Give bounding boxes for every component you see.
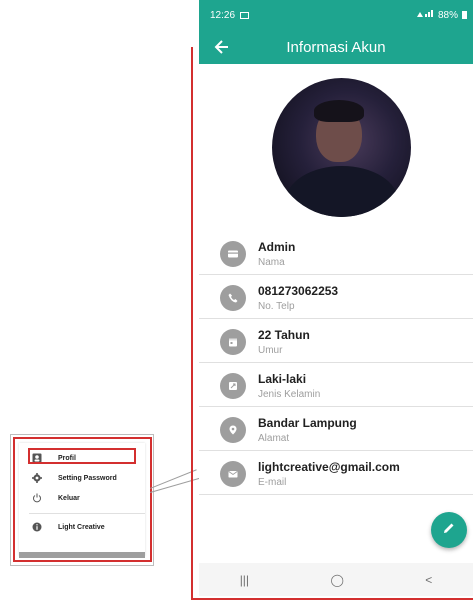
- location-icon: [220, 417, 246, 443]
- avatar: [272, 78, 411, 217]
- gender-icon: [220, 373, 246, 399]
- calendar-icon: [220, 329, 246, 355]
- list-item-nama: Admin Nama: [199, 231, 473, 275]
- info-label: E-mail: [258, 477, 287, 488]
- back-button[interactable]: <: [425, 573, 432, 587]
- phone-icon: [220, 285, 246, 311]
- list-item-email: lightcreative@gmail.com E-mail: [199, 451, 473, 495]
- recents-button[interactable]: |||: [240, 573, 249, 587]
- callout-frame-bottom: [191, 598, 473, 600]
- back-arrow-icon[interactable]: [212, 37, 232, 57]
- gear-icon: [31, 472, 43, 484]
- info-label: Jenis Kelamin: [258, 389, 321, 400]
- status-time: 12:26: [210, 9, 236, 21]
- image-notification-icon: [240, 11, 250, 19]
- avatar-body: [286, 166, 398, 217]
- menu-divider: [29, 513, 145, 514]
- info-value: lightcreative@gmail.com: [258, 460, 400, 474]
- info-icon: [31, 521, 43, 533]
- card-icon: [220, 241, 246, 267]
- list-item-alamat: Bandar Lampung Alamat: [199, 407, 473, 451]
- status-bar: 12:26 88%: [199, 0, 473, 30]
- mail-icon: [220, 461, 246, 487]
- info-label: No. Telp: [258, 301, 295, 312]
- callout-frame-left: [191, 47, 193, 600]
- home-button[interactable]: ◯: [330, 573, 343, 587]
- profil-highlight-box: [28, 448, 136, 464]
- menu-item-keluar[interactable]: Keluar: [19, 488, 145, 508]
- page-title: Informasi Akun: [286, 38, 386, 56]
- system-nav-bar: ||| ◯ <: [199, 563, 473, 596]
- edit-fab-button[interactable]: [431, 512, 467, 548]
- menu-item-label: Keluar: [58, 494, 80, 502]
- signal-icon: [416, 9, 434, 21]
- menu-item-label: Light Creative: [58, 523, 105, 531]
- avatar-hair: [314, 100, 364, 122]
- info-value: 081273062253: [258, 284, 339, 298]
- info-label: Umur: [258, 345, 283, 356]
- menu-item-label: Setting Password: [58, 474, 117, 482]
- list-item-umur: 22 Tahun Umur: [199, 319, 473, 363]
- pencil-icon: [442, 521, 456, 540]
- info-value: 22 Tahun: [258, 328, 310, 342]
- phone-screen: 12:26 88% Informasi Akun Admin Nama 0812…: [199, 0, 473, 596]
- battery-icon: [462, 11, 467, 19]
- power-icon: [31, 492, 43, 504]
- info-label: Nama: [258, 257, 285, 268]
- info-value: Admin: [258, 240, 296, 254]
- menu-item-light-creative[interactable]: Light Creative: [19, 517, 145, 537]
- list-item-jenis-kelamin: Laki-laki Jenis Kelamin: [199, 363, 473, 407]
- info-value: Bandar Lampung: [258, 416, 357, 430]
- menu-footer-bar: [19, 552, 145, 558]
- list-item-telp: 081273062253 No. Telp: [199, 275, 473, 319]
- info-value: Laki-laki: [258, 372, 307, 386]
- app-bar: Informasi Akun: [199, 30, 473, 64]
- battery-level: 88%: [437, 9, 458, 21]
- info-label: Alamat: [258, 433, 290, 444]
- menu-item-setting-password[interactable]: Setting Password: [19, 468, 145, 488]
- divider: [199, 494, 473, 495]
